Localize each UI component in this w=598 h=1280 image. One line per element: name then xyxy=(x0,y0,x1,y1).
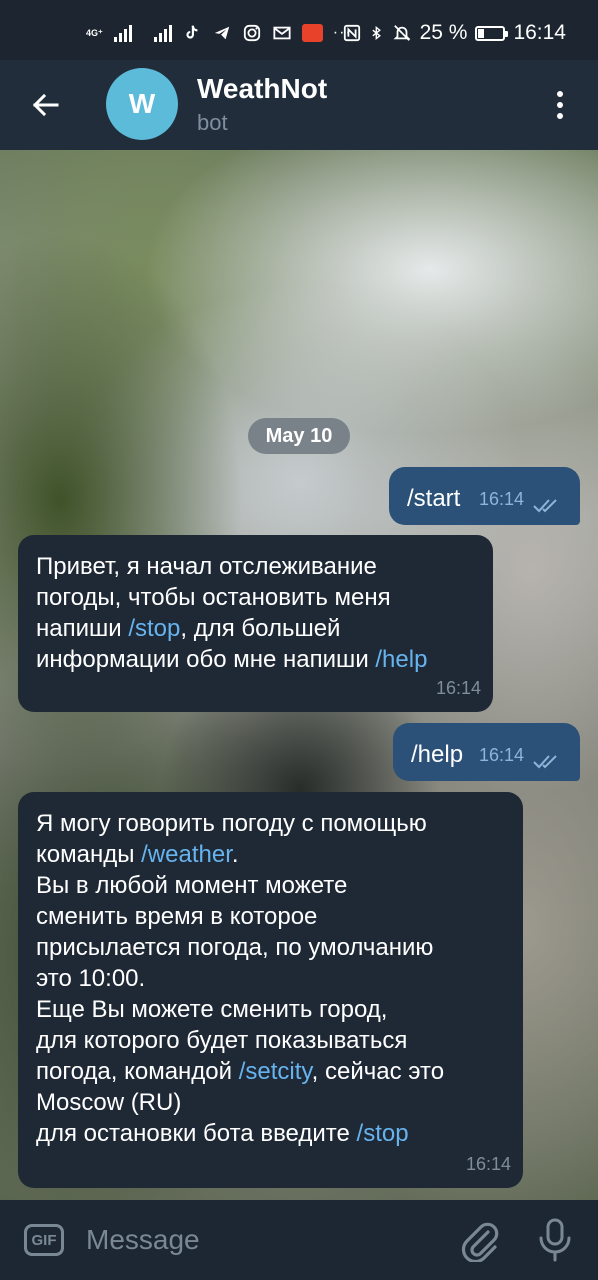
message-time: 16:14 xyxy=(465,1154,511,1174)
command-link-stop[interactable]: /stop xyxy=(128,615,180,642)
aliexpress-icon xyxy=(301,24,323,42)
avatar[interactable]: W xyxy=(106,68,178,140)
network-type-label: 4G⁺ xyxy=(86,27,103,38)
message-text[interactable]: Привет, я начал отслеживание погоды, что… xyxy=(36,551,427,675)
more-vertical-icon[interactable] xyxy=(544,82,576,128)
message-time: 16:14 xyxy=(478,745,524,765)
message-time: 16:14 xyxy=(435,678,481,698)
message-outgoing[interactable]: /help 16:14 xyxy=(393,723,580,781)
battery-percent: 25 % xyxy=(419,21,468,44)
message-outgoing[interactable]: /start 16:14 xyxy=(389,467,580,525)
message-incoming[interactable]: Привет, я начал отслеживание погоды, что… xyxy=(18,535,493,712)
paperclip-icon[interactable] xyxy=(458,1218,500,1262)
chat-header: W WeathNot bot xyxy=(0,60,598,150)
mute-icon xyxy=(393,25,411,41)
command-link-setcity[interactable]: /setcity xyxy=(239,1058,312,1085)
date-separator: May 10 xyxy=(248,418,350,454)
signal-icon-2 xyxy=(153,24,172,42)
message-text[interactable]: Я могу говорить погоду с помощью команды… xyxy=(36,808,444,1149)
instagram-icon xyxy=(243,24,260,42)
message-input[interactable] xyxy=(86,1216,426,1264)
mail-icon xyxy=(273,26,291,40)
double-check-icon xyxy=(533,755,557,769)
message-time: 16:14 xyxy=(478,489,524,509)
telegram-icon xyxy=(214,26,229,40)
command-link-stop[interactable]: /stop xyxy=(357,1120,409,1147)
signal-icon xyxy=(113,24,132,42)
nfc-icon xyxy=(343,24,360,42)
status-bar-right: 25 % 16:14 xyxy=(342,20,566,46)
battery-icon xyxy=(475,25,509,41)
chat-title[interactable]: WeathNot xyxy=(197,73,327,105)
message-text[interactable]: /help xyxy=(411,739,463,770)
chat-subtitle: bot xyxy=(197,110,228,135)
status-bar: 4G⁺ ··· 25 % 16:14 xyxy=(0,0,598,60)
double-check-icon xyxy=(533,499,557,513)
bluetooth-icon xyxy=(371,25,381,41)
microphone-icon[interactable] xyxy=(536,1216,574,1264)
arrow-left-icon xyxy=(32,93,59,117)
back-button[interactable] xyxy=(22,82,68,128)
command-link-help[interactable]: /help xyxy=(375,646,427,673)
text-part: . Вы в любой момент можете сменить время… xyxy=(36,841,434,1085)
message-incoming[interactable]: Я могу говорить погоду с помощью команды… xyxy=(18,792,523,1188)
clock-time: 16:14 xyxy=(513,21,566,44)
message-text[interactable]: /start xyxy=(407,483,460,514)
message-input-bar: GIF xyxy=(0,1200,598,1280)
chat-area[interactable]: May 10 /start 16:14 Привет, я начал отсл… xyxy=(0,150,598,1200)
status-bar-left: 4G⁺ ··· xyxy=(86,20,352,46)
tiktok-icon xyxy=(186,25,198,39)
command-link-weather[interactable]: /weather xyxy=(141,841,232,868)
gif-button[interactable]: GIF xyxy=(24,1224,64,1256)
